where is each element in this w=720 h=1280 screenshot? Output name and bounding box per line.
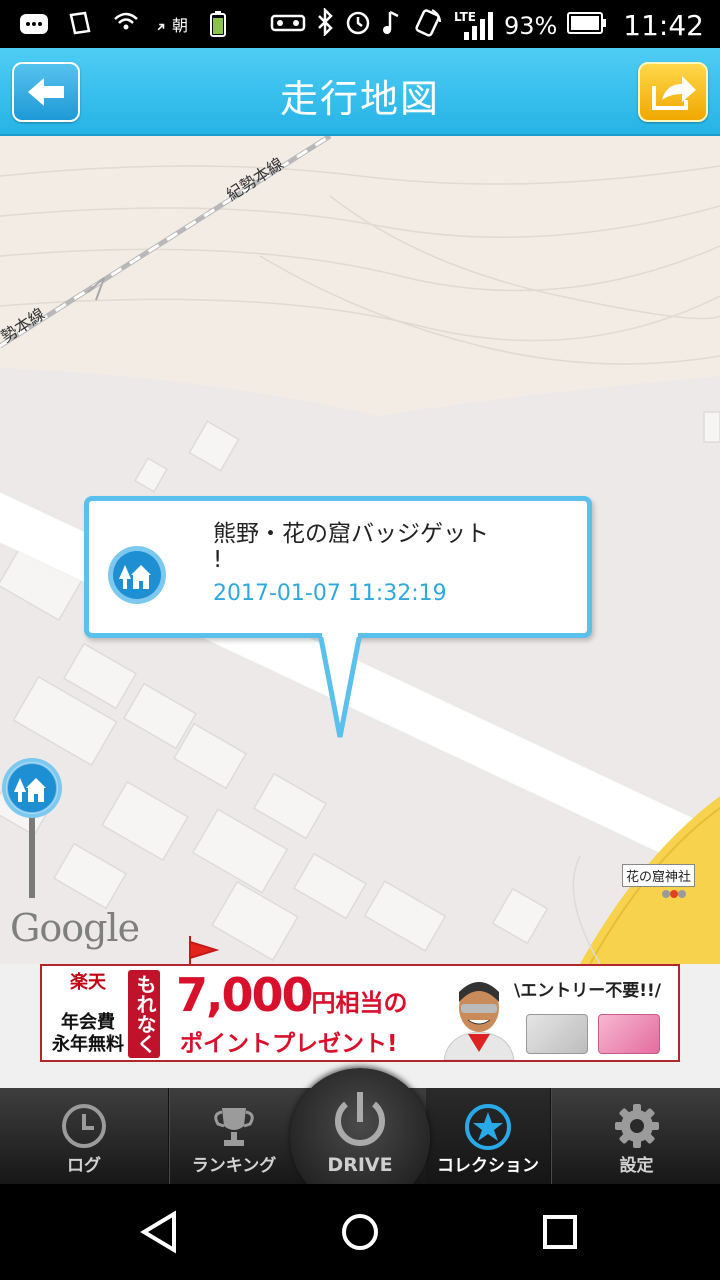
back-arrow-icon <box>28 78 64 106</box>
app-header: 走行地図 <box>0 48 720 136</box>
ad-brand-line2: 年会費 <box>61 1012 115 1033</box>
badge-info-window[interactable]: 熊野・花の窟バッジゲット ! 2017-01-07 11:32:19 <box>84 496 592 638</box>
shrine-poi-icon <box>662 890 686 898</box>
ad-headline: 7,000円相当の <box>176 968 408 1022</box>
nav-back-icon[interactable] <box>130 1202 190 1262</box>
ad-brand-line1: 楽天 <box>70 972 106 993</box>
music-icon <box>382 8 402 43</box>
trophy-icon <box>214 1108 254 1146</box>
app-screen: 朝 LTE 93% 11:42 走行地図 紀勢本線 勢本線 花の窟神社 Goog… <box>0 0 720 1280</box>
gear-icon <box>614 1104 659 1148</box>
badge-title-line1: 熊野・花の窟バッジゲット <box>213 521 489 547</box>
wifi-calling-icon <box>110 8 142 40</box>
page-title: 走行地図 <box>279 77 440 121</box>
clock: 11:42 <box>623 9 704 42</box>
info-window-tail <box>318 633 362 738</box>
ad-person-image <box>443 982 515 1060</box>
clock-icon <box>62 1104 106 1148</box>
alarm-icon <box>344 8 372 43</box>
news-notification-icon: 朝 <box>156 8 188 40</box>
ad-headline-suffix: 円相当の <box>311 989 408 1017</box>
notification-text: 朝 <box>171 16 188 35</box>
status-bar: 朝 LTE 93% 11:42 <box>0 0 720 48</box>
ad-brand-line3: 永年無料 <box>52 1034 124 1055</box>
battery-charging-small-icon <box>202 8 234 40</box>
poi-label[interactable]: 花の窟神社 <box>622 864 696 887</box>
tab-divider <box>168 1088 170 1184</box>
system-nav-bar <box>0 1184 720 1280</box>
bluetooth-icon <box>316 6 334 43</box>
nfc-icon <box>412 6 444 45</box>
tab-ranking[interactable]: ランキング <box>171 1088 297 1184</box>
badge-icon <box>108 546 166 604</box>
ad-vertical-text: もれなく <box>128 970 160 1058</box>
google-attribution: Google <box>10 906 140 950</box>
tab-log[interactable]: ログ <box>0 1088 168 1184</box>
tab-ranking-label: ランキング <box>191 1156 277 1176</box>
tab-settings-label: 設定 <box>619 1156 654 1176</box>
badge-title: 熊野・花の窟バッジゲット ! <box>213 521 553 573</box>
tab-collection[interactable]: コレクション <box>426 1088 550 1184</box>
badge-timestamp: 2017-01-07 11:32:19 <box>213 581 447 606</box>
chat-icon <box>18 8 50 40</box>
star-icon <box>465 1104 511 1150</box>
ad-subline: ポイントプレゼント! <box>180 1031 398 1057</box>
share-button[interactable] <box>638 62 708 122</box>
signal-icon: LTE <box>454 10 494 42</box>
badge-map-pin[interactable] <box>0 756 64 902</box>
battery-icon <box>567 11 607 41</box>
tab-log-label: ログ <box>67 1156 101 1176</box>
nav-home-icon[interactable] <box>330 1202 390 1262</box>
ad-card-image-silver <box>526 1014 588 1054</box>
tab-divider <box>550 1088 552 1184</box>
nav-recents-icon[interactable] <box>530 1202 590 1262</box>
ad-entry-text: \エントリー不要!!/ <box>514 981 661 1001</box>
badge-title-line2: ! <box>213 547 223 573</box>
sim-card-icon <box>64 8 96 40</box>
notification-icons: 朝 <box>18 8 234 40</box>
ad-brand: 楽天 年会費 永年無料 <box>50 972 126 1056</box>
ad-headline-number: 7,000 <box>176 968 314 1022</box>
system-icons: LTE 93% 11:42 <box>270 6 704 45</box>
ad-card-image-pink <box>598 1014 660 1054</box>
ad-banner[interactable]: 楽天 年会費 永年無料 もれなく 7,000円相当の ポイントプレゼント! \エ… <box>40 964 680 1062</box>
battery-percent: 93% <box>503 11 558 40</box>
tab-drive-label: DRIVE <box>327 1154 393 1176</box>
car-icon <box>270 10 306 41</box>
share-icon <box>652 76 696 110</box>
tab-collection-label: コレクション <box>437 1156 539 1176</box>
tab-settings[interactable]: 設定 <box>553 1088 720 1184</box>
back-button[interactable] <box>12 62 80 122</box>
